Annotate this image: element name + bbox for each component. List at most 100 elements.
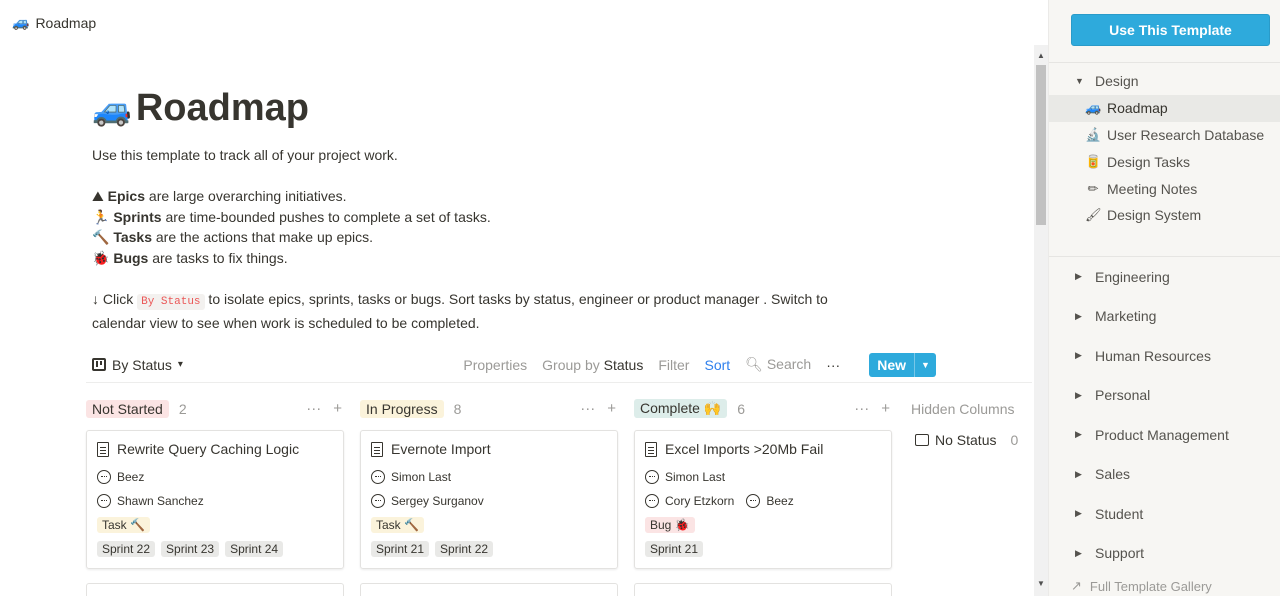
triangle-right-icon: ▶ bbox=[1075, 389, 1082, 400]
main-content: 🚙 Roadmap Use this template to track all… bbox=[0, 45, 1034, 596]
board-card[interactable]: Excel Imports >20Mb Fail Simon Last Cory… bbox=[634, 430, 892, 569]
bullet-tasks: 🔨 Tasks are the actions that make up epi… bbox=[92, 227, 852, 248]
filter-button[interactable]: Filter bbox=[658, 357, 689, 373]
board-card[interactable] bbox=[634, 583, 892, 596]
category-support[interactable]: ▶ Support bbox=[1049, 534, 1280, 574]
sidebar-item-roadmap[interactable]: 🚙 Roadmap bbox=[1049, 94, 1280, 122]
sidebar-item-label: Design System bbox=[1107, 207, 1202, 224]
no-status-group[interactable]: No Status 0 bbox=[908, 432, 1034, 448]
person-name: Simon Last bbox=[391, 470, 452, 484]
sprint-tag: Sprint 21 bbox=[645, 541, 704, 557]
footer-label: Full Template Gallery bbox=[1089, 578, 1212, 594]
card-person: Beez bbox=[97, 465, 333, 489]
sort-button[interactable]: Sort bbox=[704, 357, 730, 373]
column-header: Not Started 2 ··· + bbox=[86, 395, 346, 422]
sprint-tag: Sprint 24 bbox=[225, 541, 284, 557]
group-by-button[interactable]: Group by Status bbox=[542, 357, 643, 373]
vertical-scrollbar[interactable]: ▲ ▼ bbox=[1034, 45, 1048, 596]
section-toggle-design[interactable]: ▼ Design bbox=[1049, 68, 1280, 95]
category-sales[interactable]: ▶ Sales bbox=[1049, 455, 1280, 495]
board-column: In Progress 8 ··· + Evernote Import Simon… bbox=[360, 395, 620, 596]
triangle-right-icon: ▶ bbox=[1075, 429, 1082, 440]
new-button[interactable]: New ▼ bbox=[869, 352, 936, 377]
view-selector[interactable]: By Status ▾ bbox=[86, 357, 183, 373]
tasks-icon: 🥫 bbox=[1085, 153, 1102, 169]
bullet-bold: Sprints bbox=[113, 208, 162, 225]
board-card[interactable]: Rewrite Query Caching Logic Beez Shawn S… bbox=[86, 430, 344, 569]
page-title-text[interactable]: Roadmap bbox=[136, 87, 309, 130]
bullet-bold: Tasks bbox=[113, 229, 152, 246]
bullet-text: are large overarching initiatives. bbox=[145, 188, 347, 205]
pencil-icon: ✏ bbox=[1087, 180, 1099, 196]
sidebar-item-design-tasks[interactable]: 🥫 Design Tasks bbox=[1049, 148, 1280, 175]
search-button[interactable]: 🔍︎ Search bbox=[745, 356, 811, 373]
board-card[interactable] bbox=[86, 583, 344, 596]
triangle-right-icon: ▶ bbox=[1075, 508, 1082, 519]
card-sprints-row: Sprint 21 bbox=[645, 537, 881, 561]
status-label[interactable]: Not Started bbox=[86, 399, 169, 418]
person-name: Simon Last bbox=[665, 470, 726, 484]
add-card-button[interactable]: + bbox=[333, 400, 342, 417]
card-type-row: Task 🔨 bbox=[97, 513, 333, 537]
paintbrush-icon: 🖌 bbox=[1085, 207, 1102, 223]
board-card[interactable] bbox=[360, 583, 618, 596]
board-card[interactable]: Evernote Import Simon Last Sergey Surgan… bbox=[360, 430, 618, 569]
sidebar-item-label: Design Tasks bbox=[1107, 153, 1191, 170]
status-label[interactable]: In Progress bbox=[360, 399, 444, 418]
sidebar-item-label: User Research Database bbox=[1107, 126, 1265, 143]
app-window: 🚙 Roadmap 🚙 Roadmap Use this template to… bbox=[0, 0, 1280, 596]
sidebar-item-meeting-notes[interactable]: ✏ Meeting Notes bbox=[1049, 175, 1280, 202]
search-label: Search bbox=[766, 356, 812, 372]
full-template-gallery-link[interactable]: ↗ Full Template Gallery bbox=[1071, 578, 1212, 594]
category-human-resources[interactable]: ▶ Human Resources bbox=[1049, 336, 1280, 376]
category-student[interactable]: ▶ Student bbox=[1049, 494, 1280, 534]
category-label: Student bbox=[1095, 505, 1144, 522]
sprint-tag: Sprint 23 bbox=[161, 541, 220, 557]
category-product-management[interactable]: ▶ Product Management bbox=[1049, 415, 1280, 455]
more-options-button[interactable]: ··· bbox=[826, 357, 840, 373]
column-more-button[interactable]: ··· bbox=[306, 400, 321, 417]
sidebar-item-user-research[interactable]: 🔬 User Research Database bbox=[1049, 122, 1280, 149]
document-icon bbox=[97, 441, 109, 457]
card-person: Shawn Sanchez bbox=[97, 489, 333, 513]
group-by-value: Status bbox=[603, 356, 644, 373]
template-sidebar: Use This Template ▼ Design 🚙 Roadmap 🔬 Use… bbox=[1048, 0, 1280, 596]
status-label[interactable]: Complete 🙌 bbox=[634, 399, 728, 418]
triangle-right-icon: ▶ bbox=[1075, 547, 1082, 558]
person-name: Beez bbox=[766, 494, 794, 508]
card-title: Excel Imports >20Mb Fail bbox=[645, 441, 881, 457]
category-label: Sales bbox=[1095, 466, 1131, 483]
category-engineering[interactable]: ▶ Engineering bbox=[1049, 257, 1280, 297]
triangle-down-icon: ▼ bbox=[1075, 76, 1084, 87]
properties-button[interactable]: Properties bbox=[463, 357, 527, 373]
sprint-tag: Sprint 21 bbox=[371, 541, 430, 557]
column-count: 8 bbox=[453, 400, 462, 417]
add-card-button[interactable]: + bbox=[881, 400, 890, 417]
sidebar-item-design-system[interactable]: 🖌 Design System bbox=[1049, 202, 1280, 229]
hidden-columns: Hidden Columns No Status 0 bbox=[908, 395, 1034, 596]
card-title-text: Excel Imports >20Mb Fail bbox=[665, 441, 824, 457]
chevron-down-icon[interactable]: ▼ bbox=[914, 352, 936, 377]
instructions: ↓ Click By Status to isolate epics, spri… bbox=[92, 289, 852, 333]
scroll-up-arrow[interactable]: ▲ bbox=[1034, 48, 1048, 62]
column-count: 6 bbox=[737, 400, 746, 417]
bullet-bold: Bugs bbox=[113, 249, 149, 266]
board-column: Not Started 2 ··· + Rewrite Query Caching… bbox=[86, 395, 346, 596]
type-tag: Task 🔨 bbox=[371, 517, 424, 533]
page-body: Use this template to track all of your p… bbox=[92, 145, 852, 333]
category-label: Engineering bbox=[1095, 268, 1170, 285]
new-button-label[interactable]: New bbox=[869, 352, 914, 377]
bullet-text: are tasks to fix things. bbox=[148, 249, 288, 266]
column-more-button[interactable]: ··· bbox=[580, 400, 595, 417]
use-template-button[interactable]: Use This Template bbox=[1071, 14, 1270, 46]
page-title: 🚙 Roadmap bbox=[92, 87, 309, 130]
topbar-title[interactable]: Roadmap bbox=[35, 15, 96, 31]
avatar bbox=[746, 494, 761, 508]
column-more-button[interactable]: ··· bbox=[854, 400, 869, 417]
scroll-down-arrow[interactable]: ▼ bbox=[1034, 576, 1048, 590]
hammer-icon: 🔨 bbox=[92, 229, 110, 246]
add-card-button[interactable]: + bbox=[607, 400, 616, 417]
category-marketing[interactable]: ▶ Marketing bbox=[1049, 297, 1280, 337]
category-personal[interactable]: ▶ Personal bbox=[1049, 376, 1280, 416]
scrollbar-thumb[interactable] bbox=[1036, 65, 1046, 225]
